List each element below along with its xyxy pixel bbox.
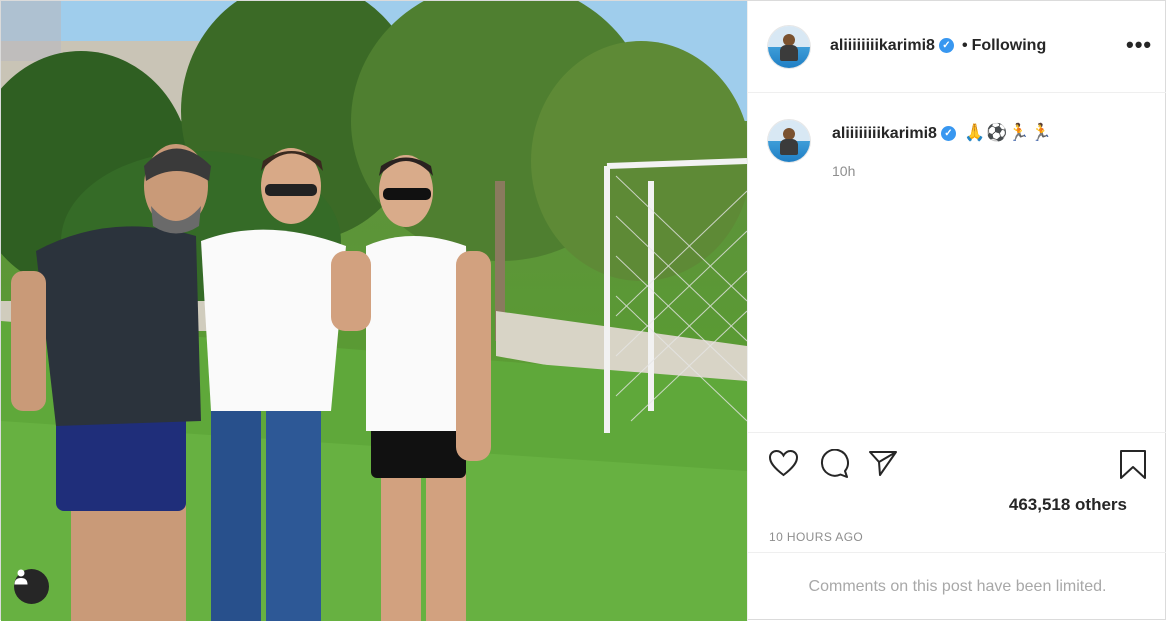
more-options-icon[interactable]: ••• bbox=[1126, 34, 1152, 56]
post-sidebar: aliiiiiiiikarimi8 ✓ • Following ••• aliiiii… bbox=[747, 1, 1166, 621]
bookmark-icon[interactable] bbox=[1119, 449, 1147, 480]
caption-timestamp[interactable]: 10h bbox=[832, 163, 855, 179]
comment-icon[interactable] bbox=[818, 449, 849, 479]
verified-check-icon: ✓ bbox=[940, 126, 956, 142]
verified-check-icon: ✓ bbox=[938, 38, 954, 54]
avatar-body bbox=[780, 45, 798, 61]
post-photo[interactable] bbox=[1, 1, 747, 621]
likes-count[interactable]: 463,518 others bbox=[1009, 495, 1127, 515]
username-link[interactable]: aliiiiiiiikarimi8 bbox=[830, 37, 935, 54]
heart-icon[interactable] bbox=[768, 449, 799, 477]
post-timestamp[interactable]: 10 HOURS AGO bbox=[769, 530, 863, 544]
caption-text: 🙏⚽🏃🏃 bbox=[963, 123, 1053, 142]
avatar-body bbox=[780, 139, 798, 155]
post-header: aliiiiiiiikarimi8 ✓ • Following ••• bbox=[748, 1, 1166, 93]
comments-limited-notice: Comments on this post have been limited. bbox=[748, 552, 1166, 621]
user-tag-icon bbox=[14, 569, 28, 585]
share-icon[interactable] bbox=[868, 449, 898, 477]
instagram-post: aliiiiiiiikarimi8 ✓ • Following ••• aliiiii… bbox=[0, 0, 1166, 621]
caption-line: aliiiiiiiikarimi8 ✓ 🙏⚽🏃🏃 bbox=[832, 123, 1053, 143]
caption-avatar[interactable] bbox=[768, 120, 810, 162]
avatar[interactable] bbox=[768, 26, 810, 68]
action-bar: 463,518 others 10 HOURS AGO bbox=[748, 432, 1166, 553]
following-button[interactable]: Following bbox=[972, 37, 1047, 54]
photo-illustration bbox=[1, 1, 747, 621]
caption-username-link[interactable]: aliiiiiiiikarimi8 bbox=[832, 125, 937, 142]
separator-dot: • bbox=[961, 37, 968, 54]
header-user-line: aliiiiiiiikarimi8 ✓ • Following bbox=[830, 37, 1046, 55]
tagged-users-button[interactable] bbox=[14, 569, 49, 604]
